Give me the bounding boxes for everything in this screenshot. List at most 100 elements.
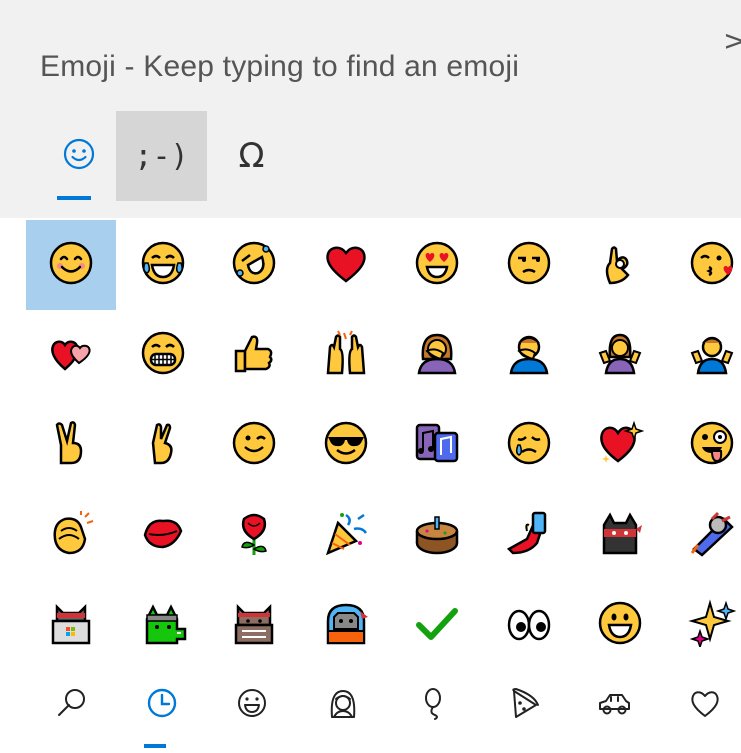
emoji-cell[interactable] [392,310,482,400]
emoji-cell[interactable] [301,490,391,580]
category-button[interactable] [660,670,741,740]
food-pizza-icon [506,685,542,725]
emoji-cell[interactable] [575,490,665,580]
woman-shrugging-icon [596,329,644,381]
selfie-icon [505,509,553,561]
emoji-cell[interactable] [118,220,208,310]
kissing-heart-icon [688,239,736,291]
tab-symbols[interactable]: Ω [206,111,297,201]
emoji-cell[interactable] [484,490,574,580]
emoji-cell[interactable] [667,400,741,490]
emoji-panel: Emoji - Keep typing to find an emoji > ;… [0,0,741,753]
check-mark-icon [413,599,461,651]
victory-hand-icon [47,419,95,471]
category-button[interactable] [26,670,116,740]
stack-cat-icon [230,599,278,651]
crying-face-icon [505,419,553,471]
sparkling-heart-icon [596,419,645,471]
active-category-indicator [144,744,166,748]
emoji-cell[interactable] [484,580,574,670]
emoji-cell[interactable] [575,220,665,310]
emoji-cell[interactable] [118,400,208,490]
emoji-cell[interactable] [209,220,299,310]
emoji-cell[interactable] [26,580,116,670]
chevron-right-icon[interactable]: > [723,24,741,57]
ninja-cat-icon [596,509,644,561]
search-hint[interactable]: Emoji - Keep typing to find an emoji [40,50,519,84]
travel-car-icon [596,685,632,725]
smileys-icon [234,685,270,725]
woman-facepalming-icon [413,329,461,381]
emoji-cell[interactable] [392,490,482,580]
emoji-cell[interactable] [484,400,574,490]
balloon-icon [415,685,451,725]
panel-header: Emoji - Keep typing to find an emoji > ;… [0,0,741,218]
rolling-laughing-icon [230,239,278,291]
tab-kaomoji[interactable]: ;-) [116,111,207,201]
emoji-cell[interactable] [26,400,116,490]
crossed-fingers-icon [139,419,187,471]
recent-clock-icon [144,685,180,725]
emoji-cell[interactable] [118,580,208,670]
category-button[interactable] [298,670,388,740]
emoji-cell[interactable] [392,220,482,310]
sparkles-icon [687,599,736,651]
winking-face-icon [230,419,278,471]
emoji-cell[interactable] [209,400,299,490]
tears-of-joy-icon [139,239,187,291]
category-button[interactable] [117,670,207,740]
emoji-cell[interactable] [484,310,574,400]
emoji-cell[interactable] [301,580,391,670]
emoji-cell[interactable] [209,580,299,670]
heart-eyes-icon [413,239,461,291]
eyes-icon [505,599,553,651]
zany-face-icon [688,419,736,471]
emoji-cell[interactable] [209,310,299,400]
heart-outline-icon [687,685,723,725]
emoji-cell[interactable] [667,310,741,400]
emoji-cell[interactable] [301,310,391,400]
rose-icon [230,509,278,561]
astro-cat-icon [688,509,736,561]
emoji-cell[interactable] [26,220,116,310]
raising-hands-icon [322,329,370,381]
emoji-cell[interactable] [26,490,116,580]
emoji-cell[interactable] [118,310,208,400]
emoji-cell[interactable] [301,400,391,490]
clapping-hands-icon [47,509,95,561]
category-button[interactable] [479,670,569,740]
emoji-cell[interactable] [575,400,665,490]
emoji-cell[interactable] [209,490,299,580]
search-icon [53,685,89,725]
emoji-cell[interactable] [392,400,482,490]
category-button[interactable] [569,670,659,740]
tab-symbols-label: Ω [238,136,265,176]
emoji-cell[interactable] [667,580,741,670]
sunglasses-face-icon [322,419,370,471]
emoji-cell[interactable] [575,310,665,400]
category-button[interactable] [388,670,478,740]
emoji-cell[interactable] [575,580,665,670]
tab-kaomoji-label: ;-) [134,138,189,174]
emoji-cell[interactable] [667,220,741,310]
emoji-cell[interactable] [301,220,391,310]
hacker-cat-icon [47,599,95,651]
tab-emoji[interactable] [33,111,124,201]
grimacing-face-icon [139,329,187,381]
kiss-mark-icon [139,509,187,561]
emoji-cell[interactable] [118,490,208,580]
emoji-cell[interactable] [392,580,482,670]
smiling-face-icon [47,239,95,291]
category-button[interactable] [207,670,297,740]
emoji-cell[interactable] [26,310,116,400]
man-facepalming-icon [505,329,553,381]
two-hearts-icon [47,329,95,381]
emoji-cell[interactable] [667,490,741,580]
emoji-cell[interactable] [484,220,574,310]
active-tab-indicator [57,196,91,200]
ok-hand-icon [596,239,644,291]
man-shrugging-icon [688,329,736,381]
party-popper-icon [322,509,370,561]
red-heart-icon [322,239,370,291]
birthday-cake-icon [413,509,461,561]
